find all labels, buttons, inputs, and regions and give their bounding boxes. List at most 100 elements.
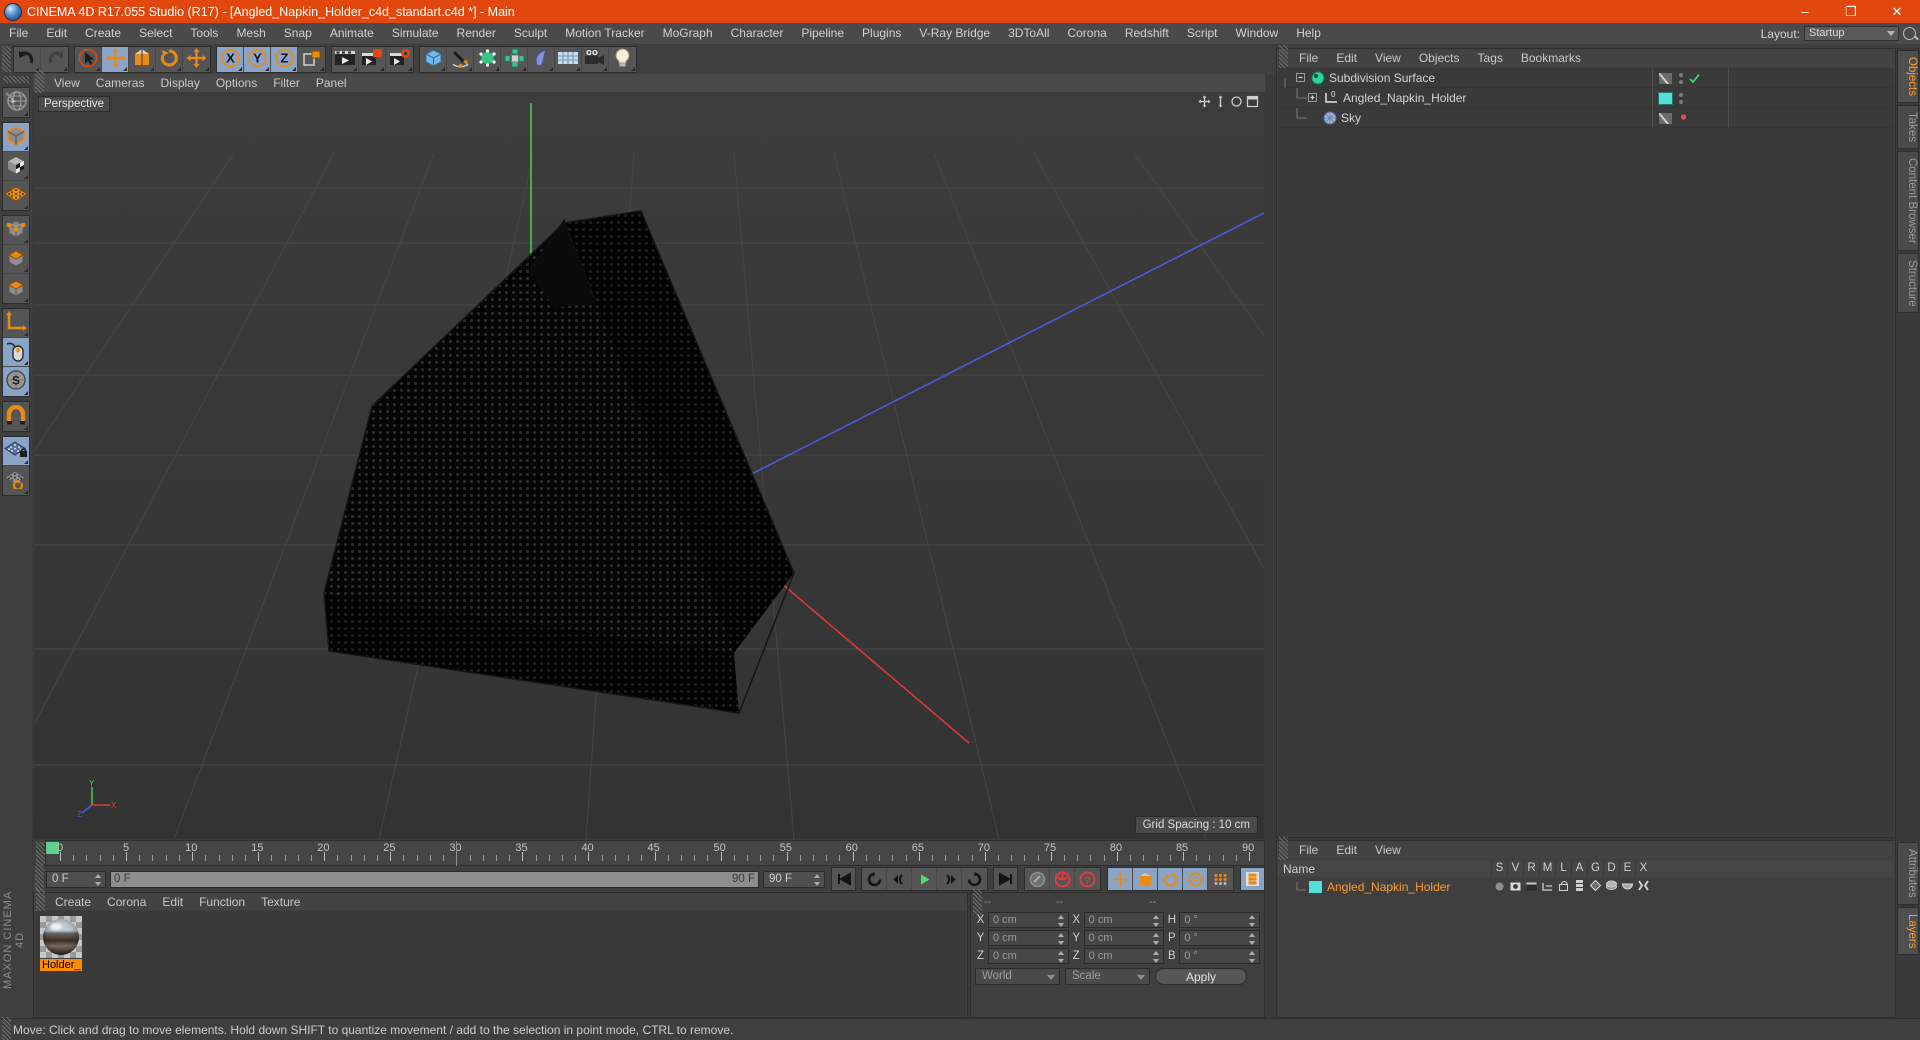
menu-item-sculpt[interactable]: Sculpt bbox=[505, 23, 556, 44]
object-row[interactable]: Subdivision Surface bbox=[1278, 68, 1894, 88]
left-toolbar-grip[interactable] bbox=[3, 76, 29, 83]
layer-color-swatch[interactable] bbox=[1309, 881, 1322, 893]
spinner-icon[interactable] bbox=[1249, 950, 1256, 963]
spinner-icon[interactable] bbox=[1153, 914, 1160, 927]
coordinates-grip[interactable] bbox=[973, 888, 982, 915]
record-question-button[interactable]: ? bbox=[1075, 868, 1100, 890]
spinner-icon[interactable] bbox=[95, 873, 102, 886]
menu-item-motion-tracker[interactable]: Motion Tracker bbox=[556, 23, 653, 44]
layer-column-R[interactable]: R bbox=[1523, 860, 1539, 877]
live-selection-globe-button[interactable] bbox=[3, 88, 29, 117]
spinner-icon[interactable] bbox=[1249, 932, 1256, 945]
menu-item-mesh[interactable]: Mesh bbox=[227, 23, 274, 44]
camera-button[interactable] bbox=[582, 46, 609, 72]
spline-pen-button[interactable] bbox=[447, 46, 474, 72]
layer-column-E[interactable]: E bbox=[1619, 860, 1635, 877]
menu-item-animate[interactable]: Animate bbox=[321, 23, 383, 44]
menu-item-v-ray-bridge[interactable]: V-Ray Bridge bbox=[910, 23, 999, 44]
lock-toggle[interactable] bbox=[1555, 880, 1571, 894]
workplane-lock-button[interactable] bbox=[3, 437, 29, 466]
subdivision-surface-icon[interactable] bbox=[1311, 71, 1325, 85]
menu-item-create[interactable]: Create bbox=[76, 23, 130, 44]
mograph-button[interactable] bbox=[501, 46, 528, 72]
rewind-loop-button[interactable] bbox=[862, 868, 887, 890]
zoom-icon[interactable] bbox=[1214, 95, 1227, 108]
pan-icon[interactable] bbox=[1198, 95, 1211, 108]
xref-toggle[interactable] bbox=[1635, 880, 1651, 894]
menu-item-tools[interactable]: Tools bbox=[181, 23, 227, 44]
object-name[interactable]: Subdivision Surface bbox=[1329, 71, 1435, 85]
close-button[interactable]: ✕ bbox=[1874, 0, 1920, 23]
object-name[interactable]: Sky bbox=[1341, 111, 1361, 125]
coord-system-dropdown[interactable]: World bbox=[975, 968, 1060, 985]
spinner-icon[interactable] bbox=[1153, 950, 1160, 963]
timeline-grip[interactable] bbox=[36, 842, 45, 868]
material-name[interactable]: Holder_ bbox=[40, 959, 82, 971]
size-y-field[interactable]: 0 cm bbox=[1083, 929, 1165, 946]
viewport-menu-view[interactable]: View bbox=[46, 76, 88, 90]
render-picture-viewer-button[interactable] bbox=[359, 46, 386, 72]
redo-button[interactable] bbox=[41, 47, 68, 72]
menu-item-redshift[interactable]: Redshift bbox=[1116, 23, 1178, 44]
deformer-button[interactable] bbox=[528, 46, 555, 72]
scene-grid-button[interactable] bbox=[555, 46, 582, 72]
layer-column-G[interactable]: G bbox=[1587, 860, 1603, 877]
menu-item-plugins[interactable]: Plugins bbox=[853, 23, 910, 44]
coord-mode-dropdown[interactable]: Scale bbox=[1065, 968, 1150, 985]
object-tree[interactable]: Subdivision Surface 0 Angled_Napkin_Holder… bbox=[1278, 68, 1894, 836]
menu-item-script[interactable]: Script bbox=[1178, 23, 1227, 44]
tab-attributes[interactable]: Attributes bbox=[1897, 842, 1919, 905]
axis-z-button[interactable]: Z bbox=[271, 46, 298, 72]
cube-primitive-button[interactable] bbox=[420, 46, 447, 72]
checkmark-icon[interactable] bbox=[1689, 73, 1700, 84]
current-frame-field[interactable]: 0 F bbox=[46, 870, 106, 888]
minimize-button[interactable]: – bbox=[1782, 0, 1828, 23]
rotate-button[interactable] bbox=[156, 46, 183, 72]
menu-item-simulate[interactable]: Simulate bbox=[383, 23, 448, 44]
layer-column-S[interactable]: S bbox=[1491, 860, 1507, 877]
forward-loop-button[interactable] bbox=[962, 868, 987, 890]
object-row[interactable]: 0 Angled_Napkin_Holder bbox=[1278, 87, 1894, 108]
layer-column-X[interactable]: X bbox=[1635, 860, 1651, 877]
tab-content-browser[interactable]: Content Browser bbox=[1897, 151, 1919, 251]
menu-item-file[interactable]: File bbox=[0, 23, 37, 44]
position-z-field[interactable]: 0 cm bbox=[988, 947, 1069, 964]
viewport-menu-panel[interactable]: Panel bbox=[308, 76, 355, 90]
render-toggle[interactable] bbox=[1523, 880, 1539, 894]
material-item[interactable] bbox=[40, 916, 82, 958]
go-to-end-button[interactable] bbox=[993, 867, 1018, 891]
tab-layers[interactable]: Layers bbox=[1897, 906, 1919, 956]
viewport-menu-options[interactable]: Options bbox=[208, 76, 265, 90]
material-list[interactable]: Holder_ bbox=[35, 911, 966, 1016]
rotation-b-field[interactable]: 0 ° bbox=[1179, 947, 1261, 964]
key-scale-button[interactable] bbox=[1133, 868, 1158, 890]
maximize-button[interactable]: ❐ bbox=[1828, 0, 1874, 23]
spinner-icon[interactable] bbox=[1057, 932, 1065, 945]
object-dots-icon[interactable] bbox=[1679, 92, 1683, 104]
object-menu-bookmarks[interactable]: Bookmarks bbox=[1512, 51, 1590, 65]
viewport-3d[interactable]: Y X Z Perspective Grid Spacing : 10 cm bbox=[34, 93, 1264, 839]
material-menu-texture[interactable]: Texture bbox=[253, 895, 308, 909]
workplane-mode-button[interactable] bbox=[3, 181, 29, 210]
polygon-mode-button[interactable] bbox=[3, 274, 29, 303]
spinner-icon[interactable] bbox=[1057, 914, 1065, 927]
tab-takes[interactable]: Takes bbox=[1897, 105, 1919, 150]
autokey-button[interactable] bbox=[1025, 868, 1050, 890]
workplane-rotate-button[interactable] bbox=[3, 466, 29, 495]
filmstrip-button[interactable] bbox=[1240, 867, 1265, 891]
manager-toggle[interactable] bbox=[1539, 880, 1555, 894]
timeline-time-cursor[interactable] bbox=[456, 841, 458, 867]
object-display-tag[interactable] bbox=[1658, 111, 1673, 125]
null-object-icon[interactable]: 0 bbox=[1323, 91, 1339, 105]
object-name[interactable]: Angled_Napkin_Holder bbox=[1343, 91, 1466, 105]
object-display-tag[interactable] bbox=[1658, 71, 1673, 85]
visible-toggle[interactable] bbox=[1507, 880, 1523, 894]
object-row[interactable]: Sky bbox=[1278, 107, 1894, 128]
generator-toggle[interactable] bbox=[1587, 879, 1603, 894]
material-menu-edit[interactable]: Edit bbox=[154, 895, 191, 909]
object-color-swatch[interactable] bbox=[1658, 91, 1673, 105]
deformer-toggle[interactable] bbox=[1603, 880, 1619, 894]
undo-button[interactable] bbox=[14, 46, 41, 72]
red-dot-icon[interactable] bbox=[1679, 113, 1688, 123]
layer-menu-view[interactable]: View bbox=[1366, 843, 1410, 857]
